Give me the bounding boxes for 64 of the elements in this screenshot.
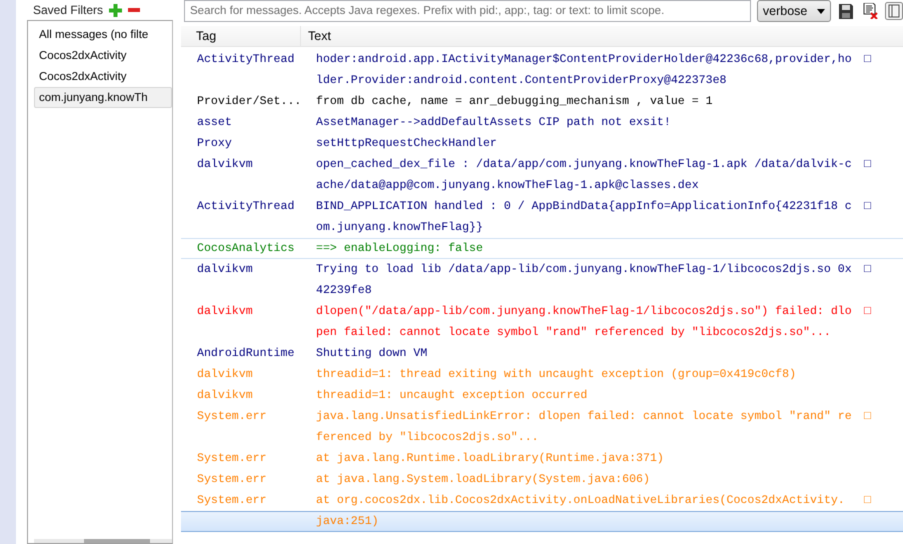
log-message: ferenced by "libcocos2djs.so"... <box>316 431 539 444</box>
log-message: threadid=1: uncaught exception occurred <box>316 389 588 402</box>
column-header[interactable]: Tag <box>181 26 301 46</box>
search-field[interactable]: Search for messages. Accepts Java regexes. Prefix with pid:, app:, tag: or text: to limit scope. <box>184 0 751 22</box>
log-message: lder.Provider:android.content.ContentProviderProxy@422373e8 <box>316 74 726 87</box>
toggle-panel-icon[interactable] <box>885 2 903 20</box>
log-level-dropdown[interactable]: verbose <box>756 0 832 22</box>
panel-title: Saved Filters <box>33 3 104 17</box>
log-level-value: verbose <box>762 2 808 20</box>
remove-icon[interactable] <box>128 8 140 12</box>
log-tag: System.err <box>197 410 267 423</box>
log-message: BIND_APPLICATION handled : 0 / AppBindData{appInfo=ApplicationInfo{42231f18 c <box>316 200 852 213</box>
log-message: at java.lang.Runtime.loadLibrary(Runtime.java:371) <box>316 452 664 465</box>
column-header[interactable]: Text <box>301 26 331 46</box>
log-tag: dalvikvm <box>197 389 253 402</box>
log-message: ==> enableLogging: false <box>316 242 483 255</box>
log-tag: Proxy <box>197 137 232 150</box>
log-message: om.junyang.knowTheFlag}} <box>316 221 483 234</box>
caret-icon <box>817 8 826 14</box>
log-tag: dalvikvm <box>197 305 253 318</box>
log-tag: dalvikvm <box>197 158 253 171</box>
log-tag: System.err <box>197 494 267 507</box>
filter-item[interactable]: com.junyang.knowTh <box>34 87 172 108</box>
wrap-mark: □ <box>864 304 871 320</box>
log-message: at org.cocos2dx.lib.Cocos2dxActivity.onLoadNativeLibraries(Cocos2dxActivity. <box>316 494 845 507</box>
log-tag: dalvikvm <box>197 368 253 381</box>
wrap-mark: □ <box>864 262 871 278</box>
filter-item[interactable]: All messages (no filte <box>34 24 172 45</box>
highlighted-row[interactable]: CocosAnalytics ==> enableLogging: false <box>181 238 903 259</box>
log-message: ache/data@app@com.junyang.knowTheFlag-1.apk@classes.dex <box>316 179 699 192</box>
log-message: Shutting down VM <box>316 347 428 360</box>
save-icon[interactable] <box>837 2 856 20</box>
clear-log-icon[interactable] <box>861 2 880 20</box>
log-message: dlopen("/data/app-lib/com.junyang.knowTheFlag-1/libcocos2djs.so") failed: dlo <box>316 305 852 318</box>
log-tag: asset <box>197 116 232 129</box>
log-tag: System.err <box>197 473 267 486</box>
log-message: from db cache, name = anr_debugging_mechanism , value = 1 <box>316 95 713 108</box>
log-message: Trying to load lib /data/app-lib/com.junyang.knowTheFlag-1/libcocos2djs.so 0x <box>316 263 852 276</box>
wrap-mark: □ <box>864 493 871 509</box>
log-message: 42239fe8 <box>316 284 372 297</box>
wrap-mark: □ <box>864 199 871 215</box>
log-tag: ActivityThread <box>197 200 294 213</box>
wrap-mark: □ <box>864 409 871 425</box>
log-message: hoder:android.app.IActivityManager$ContentProviderHolder@42236c68,provider,ho <box>316 53 852 66</box>
log-message: threadid=1: thread exiting with uncaught exception (group=0x419c0cf8) <box>316 368 796 381</box>
log-message: AssetManager-->addDefaultAssets CIP path not exsit! <box>316 116 671 129</box>
wrap-mark: □ <box>864 52 871 68</box>
wrap-mark: □ <box>864 157 871 173</box>
add-icon[interactable] <box>109 4 122 16</box>
log-tag: Provider/Set... <box>197 95 302 108</box>
filter-item[interactable]: Cocos2dxActivity <box>34 45 172 66</box>
log-tag: dalvikvm <box>197 263 253 276</box>
log-message: java:251) <box>316 515 379 528</box>
log-message: open_cached_dex_file : /data/app/com.junyang.knowTheFlag-1.apk /data/dalvik-c <box>316 158 852 171</box>
filter-item[interactable]: Cocos2dxActivity <box>34 66 172 87</box>
log-tag: ActivityThread <box>197 53 294 66</box>
log-tag: System.err <box>197 452 267 465</box>
scrollbar[interactable] <box>34 539 172 543</box>
log-tag: AndroidRuntime <box>197 347 294 360</box>
log-message: java.lang.UnsatisfiedLinkError: dlopen failed: cannot locate symbol "rand" re <box>316 410 852 423</box>
log-message: pen failed: cannot locate symbol "rand" referenced by "libcocos2djs.so"... <box>316 326 831 339</box>
log-tag: CocosAnalytics <box>197 242 294 255</box>
log-message: at java.lang.System.loadLibrary(System.java:606) <box>316 473 650 486</box>
log-message: setHttpRequestCheckHandler <box>316 137 497 150</box>
